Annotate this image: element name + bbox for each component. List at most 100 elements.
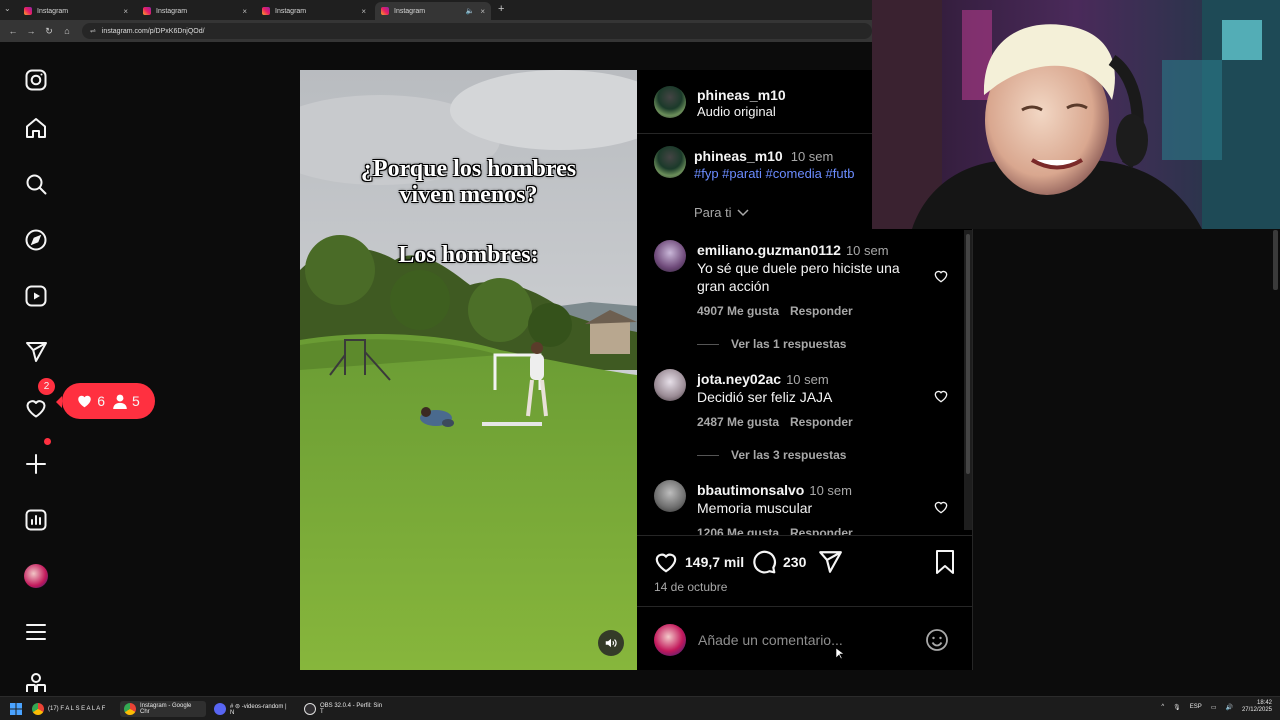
search-icon[interactable]: [22, 170, 50, 198]
taskbar-chrome-instagram[interactable]: Instagram - Google Chr: [120, 701, 206, 717]
microphone-icon[interactable]: 🎙: [1173, 704, 1181, 711]
notifications-popup[interactable]: 6 5: [56, 383, 155, 419]
dashboard-icon[interactable]: [22, 506, 50, 534]
mouse-cursor-icon: [836, 648, 844, 660]
author-avatar[interactable]: [654, 86, 686, 118]
comment-header: jota.ney02ac 10 sem: [697, 371, 829, 387]
taskbar-discord[interactable]: # ⊜ -videos-random | N: [210, 701, 296, 717]
caption-time: 10 sem: [790, 149, 834, 164]
close-tab-icon[interactable]: ×: [123, 7, 128, 16]
taskbar-chrome-youtube[interactable]: (17) F A L S E A L A F: [28, 701, 118, 717]
create-plus-icon[interactable]: [22, 450, 50, 478]
caption-author-avatar[interactable]: [654, 146, 686, 178]
comment-username[interactable]: bbautimonsalvo: [697, 482, 804, 498]
taskbar-item-label: Instagram - Google Chr: [140, 703, 192, 715]
header-divider: [637, 133, 872, 134]
share-button[interactable]: [817, 549, 843, 580]
back-icon[interactable]: ←: [8, 26, 18, 36]
emoji-smiley-icon: [926, 629, 948, 651]
author-username[interactable]: phineas_m10: [697, 87, 786, 103]
heart-icon: [78, 395, 91, 408]
taskbar-item-label: # ⊜ -videos-random | N: [230, 703, 287, 716]
caption-author-username[interactable]: phineas_m10: [694, 148, 783, 164]
messages-icon[interactable]: [22, 338, 50, 366]
comment-time: 10 sem: [786, 372, 829, 387]
start-button[interactable]: [6, 701, 26, 717]
comments-scrollbar[interactable]: [964, 230, 972, 530]
clock[interactable]: 18:42 27/12/2025: [1242, 700, 1272, 714]
view-replies-button[interactable]: Ver las 3 respuestas: [697, 448, 846, 462]
taskbar-obs[interactable]: OBS 32.0.4 - Perfil: Sin T: [300, 701, 390, 717]
language-indicator[interactable]: ESP: [1190, 704, 1202, 710]
emoji-button[interactable]: [925, 628, 949, 657]
video-caption-line: ¿Porque los hombres: [360, 156, 577, 182]
network-icon[interactable]: ▭: [1211, 704, 1217, 711]
comment-likes[interactable]: 4907 Me gusta: [697, 304, 779, 318]
reload-icon[interactable]: ↻: [44, 26, 54, 37]
comment-like-heart-icon[interactable]: [933, 388, 949, 404]
instagram-favicon-icon: [24, 7, 32, 15]
streamer-webcam: [872, 0, 1280, 229]
comment-avatar[interactable]: [654, 480, 686, 512]
comment-like-heart-icon[interactable]: [933, 268, 949, 284]
explore-icon[interactable]: [22, 226, 50, 254]
close-tab-icon[interactable]: ×: [361, 7, 366, 16]
reply-button[interactable]: Responder: [790, 415, 853, 429]
browser-tab[interactable]: Instagram ×: [137, 2, 253, 20]
close-tab-icon[interactable]: ×: [242, 7, 247, 16]
tab-list-icon[interactable]: ⌄: [4, 4, 11, 13]
comment-like-heart-icon[interactable]: [933, 499, 949, 515]
current-user-avatar: [654, 624, 686, 656]
instagram-logo-icon[interactable]: [22, 66, 50, 94]
close-tab-icon[interactable]: ×: [480, 7, 485, 16]
comment-text: gran acción: [697, 278, 770, 294]
page-scrollbar[interactable]: [1273, 230, 1278, 290]
sort-label: Para ti: [694, 205, 732, 220]
profile-avatar[interactable]: [22, 562, 50, 590]
browser-tab-active[interactable]: Instagram 🔈 ×: [375, 2, 491, 20]
caption-hashtags[interactable]: #fyp #parati #comedia #futb: [694, 166, 872, 181]
comment-username[interactable]: jota.ney02ac: [697, 371, 781, 387]
bookmark-icon: [936, 550, 954, 574]
comment-sort-dropdown[interactable]: Para ti: [694, 205, 750, 220]
instagram-favicon-icon: [381, 7, 389, 15]
reply-button[interactable]: Responder: [790, 526, 853, 535]
notifications-heart-icon[interactable]: [22, 394, 50, 422]
url-input[interactable]: ⇌ instagram.com/p/DPxK6DnjQOd/: [82, 23, 872, 39]
chrome-icon: [32, 703, 44, 715]
comment-button[interactable]: 230: [751, 549, 806, 575]
reels-icon[interactable]: [22, 282, 50, 310]
menu-hamburger-icon[interactable]: [22, 618, 50, 646]
volume-button[interactable]: [598, 630, 624, 656]
home-button-icon[interactable]: ⌂: [62, 26, 72, 36]
browser-tab[interactable]: Instagram ×: [256, 2, 372, 20]
tray-overflow-icon[interactable]: ^: [1161, 704, 1164, 710]
comment-input[interactable]: Añade un comentario...: [698, 632, 843, 648]
comment-text: Yo sé que duele pero hiciste una: [697, 260, 900, 276]
comment-likes[interactable]: 2487 Me gusta: [697, 415, 779, 429]
post-video[interactable]: ¿Porque los hombres viven menos? Los hom…: [300, 70, 637, 670]
home-icon[interactable]: [22, 114, 50, 142]
comment-username[interactable]: emiliano.guzman0112: [697, 242, 841, 258]
like-button[interactable]: 149,7 mil: [653, 549, 744, 575]
save-button[interactable]: [933, 549, 957, 580]
site-info-icon[interactable]: ⇌: [90, 27, 96, 35]
volume-icon[interactable]: 🔊: [1225, 704, 1232, 711]
comment-avatar[interactable]: [654, 369, 686, 401]
heart-icon: [655, 553, 677, 573]
new-tab-button[interactable]: +: [498, 3, 504, 15]
apps-icon[interactable]: [22, 672, 50, 692]
windows-taskbar: (17) F A L S E A L A F Instagram - Googl…: [0, 696, 1280, 720]
audio-link[interactable]: Audio original: [697, 104, 776, 119]
taskbar-item-label: OBS 32.0.4 - Perfil: Sin T: [320, 703, 383, 715]
browser-tab-bar: ⌄ Instagram × Instagram × Instagram × Insta…: [0, 0, 872, 20]
scrollbar-thumb[interactable]: [966, 234, 970, 474]
view-replies-button[interactable]: Ver las 1 respuestas: [697, 337, 846, 351]
reply-button[interactable]: Responder: [790, 304, 853, 318]
comment-avatar[interactable]: [654, 240, 686, 272]
tab-audio-icon[interactable]: 🔈: [466, 7, 475, 15]
system-tray: ^ 🎙 ESP ▭ 🔊 18:42 27/12/2025: [1161, 700, 1272, 714]
browser-tab[interactable]: Instagram ×: [18, 2, 134, 20]
comment-likes[interactable]: 1206 Me gusta: [697, 526, 779, 535]
forward-icon[interactable]: →: [26, 26, 36, 36]
